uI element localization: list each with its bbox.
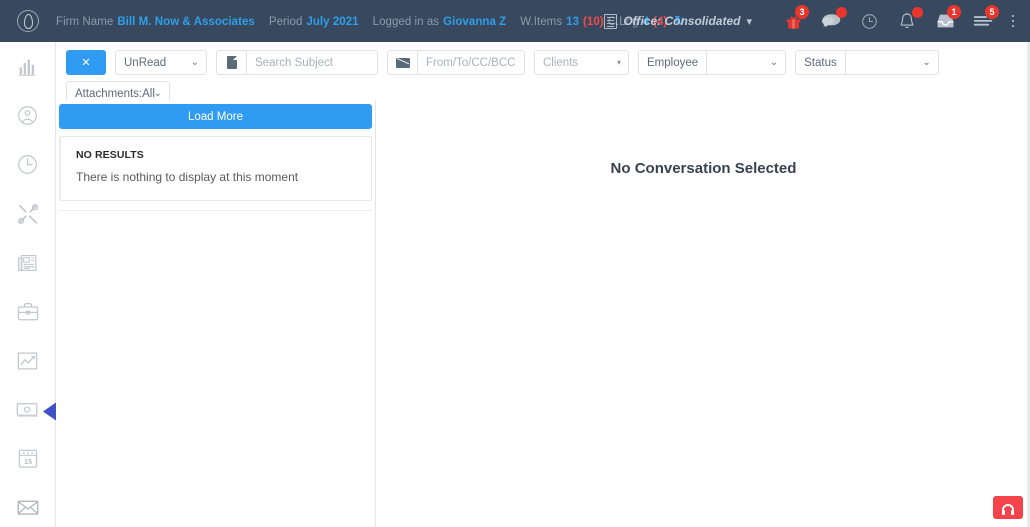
header-actions: Office: Consolidated ▾ 3 1 5 — [604, 0, 1030, 42]
news-icon — [18, 254, 37, 271]
money-icon — [16, 403, 38, 417]
subject-filter-group: Search Subject — [216, 50, 378, 75]
sidebar-item-news[interactable] — [0, 238, 55, 287]
load-more-button[interactable]: Load More — [59, 104, 372, 129]
sidebar-item-time[interactable] — [0, 140, 55, 189]
gift-icon-button[interactable]: 3 — [778, 0, 809, 42]
work-items-label: W.Items — [520, 16, 563, 28]
no-results-card: NO RESULTS There is nothing to display a… — [59, 136, 372, 201]
sidebar-item-reports[interactable] — [0, 336, 55, 385]
page-icon-addon — [216, 50, 246, 75]
time-clock-icon — [18, 155, 37, 174]
logged-in-user[interactable]: Giovanna Z — [443, 16, 506, 28]
read-state-select[interactable]: UnRead ⌄ — [115, 50, 207, 75]
chevron-down-icon: ⌄ — [922, 56, 931, 68]
chevron-down-icon: ⌄ — [190, 56, 199, 68]
no-results-title: NO RESULTS — [76, 149, 144, 161]
status-select[interactable]: ⌄ — [844, 50, 939, 75]
chat-badge — [836, 7, 847, 18]
tools-icon — [17, 203, 38, 224]
support-button[interactable] — [993, 496, 1023, 519]
office-selector[interactable]: Office: Consolidated ▾ — [604, 13, 752, 29]
search-subject-input[interactable]: Search Subject — [246, 50, 378, 75]
inbox-badge: 1 — [947, 5, 961, 19]
contacts-icon — [18, 106, 37, 125]
firm-name-label: Firm Name — [56, 16, 114, 28]
more-vertical-icon[interactable] — [1002, 0, 1024, 42]
conversation-detail-pane: No Conversation Selected — [377, 100, 1030, 527]
clock-icon-button[interactable] — [854, 0, 884, 42]
employee-filter-label: Employee — [638, 50, 707, 75]
work-items-count[interactable]: 13 — [566, 16, 579, 28]
trend-chart-icon — [17, 352, 38, 369]
top-header-bar: Firm Name Bill M. Now & Associates Perio… — [0, 0, 1030, 42]
clock-icon — [861, 13, 877, 29]
chevron-down-icon: ⌄ — [769, 56, 779, 68]
chevron-down-icon: ⌄ — [153, 87, 162, 99]
inbox-icon-button[interactable]: 1 — [930, 0, 961, 42]
clients-placeholder: Clients — [543, 56, 579, 69]
conversation-list-panel: Load More NO RESULTS There is nothing to… — [56, 100, 376, 527]
header-info-strip: Firm Name Bill M. Now & Associates Perio… — [56, 13, 685, 29]
app-logo[interactable] — [0, 0, 56, 42]
read-state-value: UnRead — [124, 56, 167, 69]
sidebar-item-contacts[interactable] — [0, 91, 55, 140]
employee-filter-group: Employee ⌄ — [638, 50, 787, 75]
from-to-cc-bcc-input[interactable]: From/To/CC/BCC — [417, 50, 525, 75]
sidebar-item-calendar[interactable]: 15 — [0, 434, 55, 483]
status-filter-group: Status ⌄ — [795, 50, 939, 75]
chevron-down-icon: ▾ — [616, 57, 621, 67]
sidebar-item-billing[interactable] — [0, 385, 55, 434]
work-items-overdue[interactable]: (10) — [583, 16, 604, 28]
filter-toolbar: ✕ UnRead ⌄ Search Subject From/To/CC/BCC… — [56, 42, 1030, 143]
building-icon — [604, 13, 618, 29]
calendar-icon: 15 — [18, 449, 37, 468]
period-label: Period — [268, 16, 303, 28]
chat-icon-button[interactable] — [816, 0, 847, 42]
logged-in-label: Logged in as — [372, 16, 440, 28]
office-selector-label: Office: Consolidated — [623, 14, 741, 28]
bell-badge — [912, 7, 923, 18]
clients-select[interactable]: Clients ▾ — [534, 50, 629, 75]
envelope-icon — [17, 500, 38, 515]
task-list-badge: 5 — [985, 5, 999, 19]
employee-select[interactable]: ⌄ — [706, 50, 787, 75]
status-filter-label: Status — [795, 50, 845, 75]
firm-name-value[interactable]: Bill M. Now & Associates — [117, 16, 255, 28]
bar-chart-icon — [18, 59, 36, 76]
droplet-logo-icon — [17, 10, 39, 32]
sidebar-item-tools[interactable] — [0, 189, 55, 238]
calendar-day-number: 15 — [23, 457, 31, 466]
bell-icon-button[interactable] — [892, 0, 923, 42]
attachments-value: Attachments:All — [75, 87, 155, 100]
list-panel-divider — [59, 210, 372, 211]
headset-support-icon — [1002, 504, 1014, 515]
gift-badge: 3 — [795, 5, 809, 19]
sidebar-item-jobs[interactable] — [0, 287, 55, 336]
app-root: Firm Name Bill M. Now & Associates Perio… — [0, 0, 1030, 527]
page-icon — [226, 56, 237, 69]
no-results-message: There is nothing to display at this mome… — [76, 170, 299, 184]
briefcase-icon — [17, 302, 38, 320]
sidebar-item-dashboard[interactable] — [0, 42, 55, 91]
task-list-icon-button[interactable]: 5 — [968, 0, 999, 42]
left-sidebar: 15 — [0, 42, 55, 527]
envelope-icon-addon — [387, 50, 417, 75]
sidebar-item-mail[interactable] — [0, 483, 55, 527]
period-value[interactable]: July 2021 — [306, 16, 358, 28]
clear-filters-button[interactable]: ✕ — [66, 50, 106, 75]
chevron-down-icon: ▾ — [746, 15, 752, 28]
address-filter-group: From/To/CC/BCC — [387, 50, 525, 75]
envelope-icon — [395, 57, 410, 68]
empty-state-message: No Conversation Selected — [610, 160, 797, 177]
